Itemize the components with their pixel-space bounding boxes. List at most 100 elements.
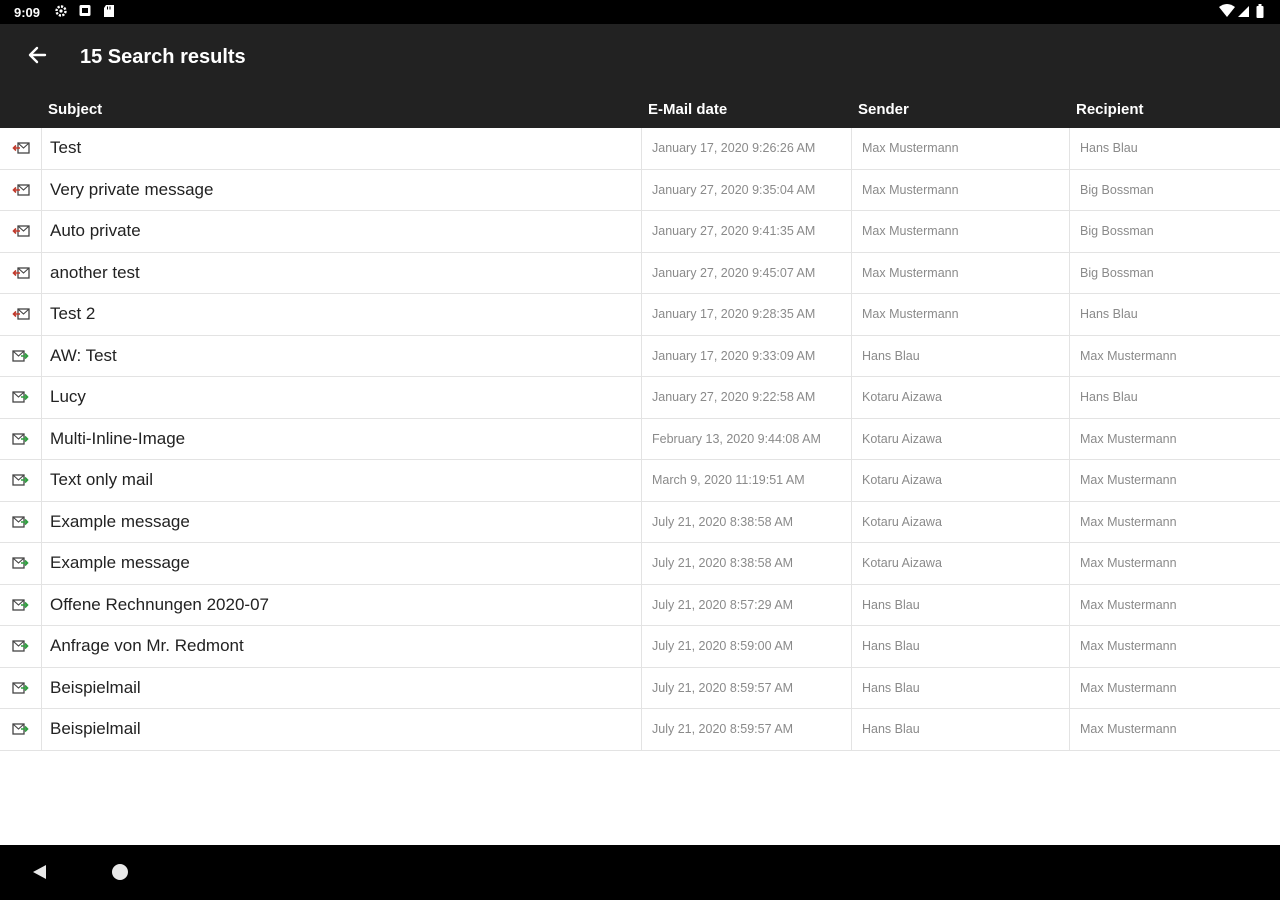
mail-out-icon <box>0 169 42 210</box>
row-sender: Hans Blau <box>852 626 1070 667</box>
row-recipient: Hans Blau <box>1080 141 1138 156</box>
row-sender: Hans Blau <box>852 667 1070 708</box>
table-row[interactable]: Example message July 21, 2020 8:38:58 AM K… <box>0 501 1280 543</box>
mail-out-icon <box>0 211 42 252</box>
row-sender: Max Mustermann <box>852 294 1070 335</box>
row-sender: Max Mustermann <box>852 252 1070 293</box>
row-email-date: January 17, 2020 9:26:26 AM <box>642 128 852 169</box>
row-email-date: January 27, 2020 9:45:07 AM <box>642 252 852 293</box>
row-recipient: Max Mustermann <box>1080 514 1177 529</box>
page-title: 15 Search results <box>80 46 246 68</box>
row-email-date: July 21, 2020 8:57:29 AM <box>642 584 852 625</box>
mail-in-icon <box>0 460 42 501</box>
nav-home-icon[interactable] <box>112 864 128 880</box>
row-subject: Multi-Inline-Image <box>42 418 642 459</box>
row-email-date: July 21, 2020 8:59:57 AM <box>642 667 852 708</box>
table-row[interactable]: Beispielmail July 21, 2020 8:59:57 AM Hans… <box>0 667 1280 709</box>
row-subject: another test <box>42 252 642 293</box>
row-subject: Very private message <box>42 169 642 210</box>
row-subject: Anfrage von Mr. Redmont <box>42 626 642 667</box>
notification-icon <box>79 4 92 23</box>
row-subject: Auto private <box>42 211 642 252</box>
row-recipient: Big Bossman <box>1080 182 1154 197</box>
row-email-date: January 27, 2020 9:22:58 AM <box>642 377 852 418</box>
row-email-date: July 21, 2020 8:59:00 AM <box>642 626 852 667</box>
row-email-date: January 27, 2020 9:35:04 AM <box>642 169 852 210</box>
row-recipient: Hans Blau <box>1080 307 1138 322</box>
row-recipient: Max Mustermann <box>1080 431 1177 446</box>
table-row[interactable]: Beispielmail July 21, 2020 8:59:57 AM Hans… <box>0 709 1280 751</box>
row-email-date: January 17, 2020 9:33:09 AM <box>642 335 852 376</box>
table-row[interactable]: Text only mail March 9, 2020 11:19:51 AM K… <box>0 460 1280 502</box>
table-header: Subject E-Mail date Sender Recipient <box>0 90 1280 128</box>
row-sender: Max Mustermann <box>852 169 1070 210</box>
arrow-left-icon <box>27 45 47 70</box>
row-sender: Kotaru Aizawa <box>852 501 1070 542</box>
column-header-recipient[interactable]: Recipient <box>1076 101 1144 118</box>
row-email-date: July 21, 2020 8:59:57 AM <box>642 709 852 750</box>
mail-in-icon <box>0 335 42 376</box>
back-button[interactable] <box>18 38 56 76</box>
navigation-bar <box>0 845 1280 900</box>
wifi-icon <box>1219 4 1235 23</box>
mail-in-icon <box>0 543 42 584</box>
table-row[interactable]: AW: Test January 17, 2020 9:33:09 AM Hans … <box>0 335 1280 377</box>
row-subject: Offene Rechnungen 2020-07 <box>42 584 642 625</box>
row-email-date: July 21, 2020 8:38:58 AM <box>642 501 852 542</box>
row-sender: Hans Blau <box>852 335 1070 376</box>
table-row[interactable]: Anfrage von Mr. Redmont July 21, 2020 8:5… <box>0 626 1280 668</box>
column-header-sender[interactable]: Sender <box>858 101 909 118</box>
table-row[interactable]: another test January 27, 2020 9:45:07 AM M… <box>0 252 1280 294</box>
table-row[interactable]: Offene Rechnungen 2020-07 July 21, 2020 8… <box>0 584 1280 626</box>
table-row[interactable]: Very private message January 27, 2020 9:3… <box>0 169 1280 211</box>
mail-out-icon <box>0 128 42 169</box>
table-row[interactable]: Multi-Inline-Image February 13, 2020 9:44… <box>0 418 1280 460</box>
mail-in-icon <box>0 626 42 667</box>
row-subject: Test <box>42 128 642 169</box>
column-header-subject[interactable]: Subject <box>48 101 102 118</box>
row-recipient: Max Mustermann <box>1080 722 1177 737</box>
table-row[interactable]: Auto private January 27, 2020 9:41:35 AM M… <box>0 211 1280 253</box>
mail-in-icon <box>0 501 42 542</box>
row-subject: Example message <box>42 501 642 542</box>
row-sender: Hans Blau <box>852 584 1070 625</box>
mail-in-icon <box>0 667 42 708</box>
gear-icon <box>54 4 68 23</box>
status-bar: 9:09 <box>0 0 1280 24</box>
row-recipient: Max Mustermann <box>1080 639 1177 654</box>
row-email-date: January 17, 2020 9:28:35 AM <box>642 294 852 335</box>
row-email-date: January 27, 2020 9:41:35 AM <box>642 211 852 252</box>
row-recipient: Hans Blau <box>1080 390 1138 405</box>
table-row[interactable]: Test 2 January 17, 2020 9:28:35 AM Max Mus… <box>0 294 1280 336</box>
row-recipient: Max Mustermann <box>1080 597 1177 612</box>
mail-in-icon <box>0 418 42 459</box>
results-table: Test January 17, 2020 9:26:26 AM Max Muste… <box>0 128 1280 751</box>
row-sender: Kotaru Aizawa <box>852 377 1070 418</box>
nav-back-icon[interactable] <box>30 863 48 886</box>
row-subject: Example message <box>42 543 642 584</box>
row-subject: Test 2 <box>42 294 642 335</box>
signal-icon <box>1238 4 1250 23</box>
row-recipient: Max Mustermann <box>1080 473 1177 488</box>
row-sender: Kotaru Aizawa <box>852 460 1070 501</box>
sd-card-icon <box>103 4 115 23</box>
row-recipient: Max Mustermann <box>1080 556 1177 571</box>
mail-in-icon <box>0 709 42 750</box>
table-row[interactable]: Test January 17, 2020 9:26:26 AM Max Muste… <box>0 128 1280 170</box>
row-subject: Beispielmail <box>42 667 642 708</box>
row-recipient: Big Bossman <box>1080 224 1154 239</box>
row-recipient: Big Bossman <box>1080 265 1154 280</box>
row-recipient: Max Mustermann <box>1080 680 1177 695</box>
row-sender: Max Mustermann <box>852 211 1070 252</box>
column-header-email-date[interactable]: E-Mail date <box>648 101 727 118</box>
row-subject: Lucy <box>42 377 642 418</box>
row-email-date: July 21, 2020 8:38:58 AM <box>642 543 852 584</box>
row-sender: Max Mustermann <box>852 128 1070 169</box>
row-subject: AW: Test <box>42 335 642 376</box>
mail-out-icon <box>0 252 42 293</box>
row-subject: Beispielmail <box>42 709 642 750</box>
battery-icon <box>1256 4 1264 23</box>
table-row[interactable]: Lucy January 27, 2020 9:22:58 AM Kotaru Ai… <box>0 377 1280 419</box>
row-email-date: February 13, 2020 9:44:08 AM <box>642 418 852 459</box>
table-row[interactable]: Example message July 21, 2020 8:38:58 AM K… <box>0 543 1280 585</box>
